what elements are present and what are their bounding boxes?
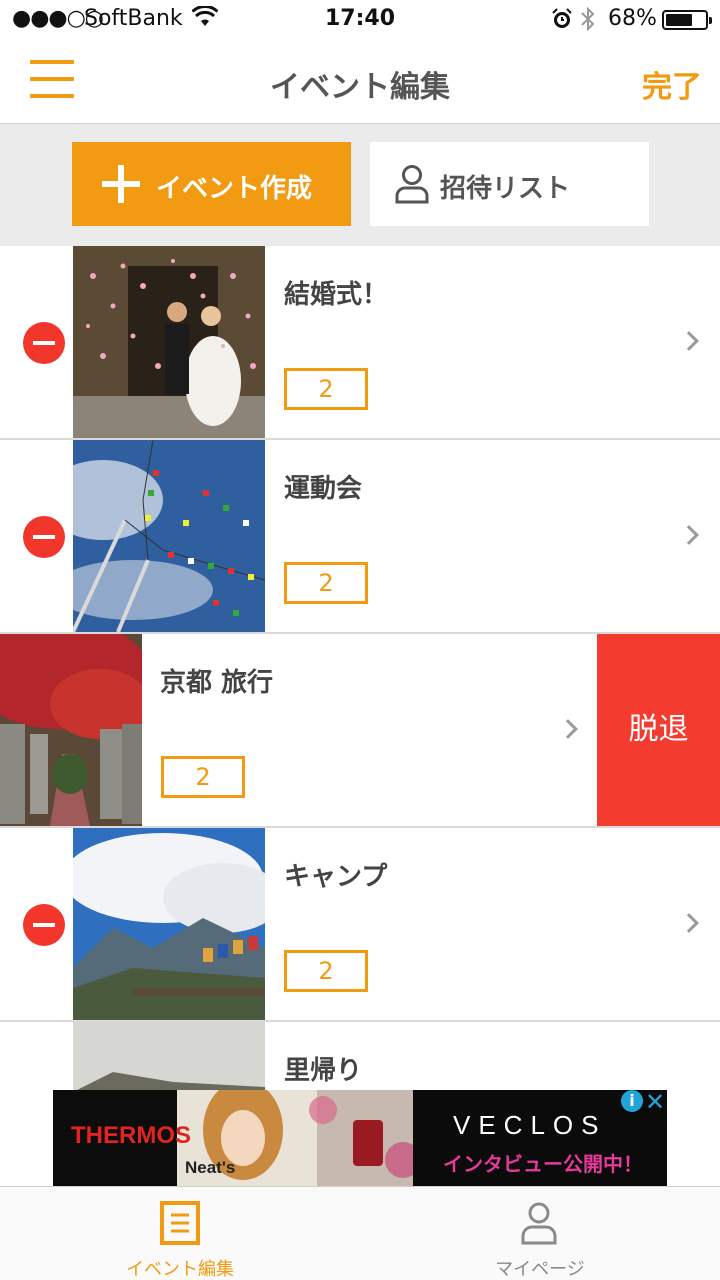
tab-bar: イベント編集 マイページ xyxy=(0,1186,720,1280)
event-row[interactable]: 結婚式！ 2 xyxy=(0,246,720,440)
person-icon xyxy=(394,164,430,208)
event-thumbnail xyxy=(73,828,265,1020)
tab-label: マイページ xyxy=(495,1259,585,1280)
done-button[interactable]: 完了 xyxy=(642,62,702,106)
ad-close-icon[interactable]: ✕ xyxy=(643,1090,667,1116)
battery-icon xyxy=(662,10,712,30)
event-title: 里帰り xyxy=(284,1056,363,1086)
chevron-right-icon[interactable] xyxy=(679,331,699,351)
invite-list-label: 招待リスト xyxy=(440,174,571,204)
chevron-right-icon[interactable] xyxy=(679,525,699,545)
leave-button[interactable]: 脱退 xyxy=(597,634,720,826)
page-title: イベント編集 xyxy=(270,70,450,105)
ad-product: Neat's xyxy=(185,1158,236,1177)
nav-bar: イベント編集 完了 xyxy=(0,40,720,124)
member-count-badge: 2 xyxy=(161,756,245,798)
tab-label: イベント編集 xyxy=(126,1259,234,1280)
status-bar: ●●●○○ SoftBank 17:40 68% xyxy=(0,0,720,40)
ad-brand: THERMOS xyxy=(71,1122,191,1149)
tab-my-page[interactable]: マイページ xyxy=(360,1187,720,1280)
event-row[interactable]: 京都 旅行 2 脱退 xyxy=(0,634,720,828)
event-title: 結婚式！ xyxy=(284,280,389,310)
action-area: イベント作成 招待リスト xyxy=(0,124,720,246)
ad-info-icon[interactable]: i xyxy=(621,1090,643,1112)
event-row[interactable]: キャンプ 2 xyxy=(0,828,720,1022)
create-event-label: イベント作成 xyxy=(156,174,313,204)
event-thumbnail xyxy=(73,440,265,632)
invite-list-button[interactable]: 招待リスト xyxy=(370,142,649,226)
tab-event-edit[interactable]: イベント編集 xyxy=(0,1187,360,1280)
person-icon xyxy=(520,1201,558,1249)
event-title: キャンプ xyxy=(284,862,388,892)
event-title: 京都 旅行 xyxy=(160,668,274,698)
plus-icon xyxy=(102,165,140,203)
delete-icon[interactable] xyxy=(23,516,65,558)
delete-icon[interactable] xyxy=(23,322,65,364)
event-row[interactable]: 運動会 2 xyxy=(0,440,720,634)
ad-subline: インタビュー公開中！ xyxy=(443,1152,643,1176)
event-title: 運動会 xyxy=(284,474,363,504)
delete-icon[interactable] xyxy=(23,904,65,946)
chevron-right-icon[interactable] xyxy=(679,913,699,933)
event-thumbnail xyxy=(73,246,265,438)
ad-headline: VECLOS xyxy=(453,1110,607,1140)
create-event-button[interactable]: イベント作成 xyxy=(72,142,351,226)
member-count-badge: 2 xyxy=(284,950,368,992)
battery-percent: 68% xyxy=(608,6,657,31)
alarm-icon xyxy=(551,8,573,34)
member-count-badge: 2 xyxy=(284,368,368,410)
ad-banner[interactable]: THERMOS Neat's VECLOS インタビュー公開中！ i ✕ xyxy=(53,1090,667,1186)
chevron-right-icon[interactable] xyxy=(558,719,578,739)
list-document-icon xyxy=(160,1201,200,1249)
member-count-badge: 2 xyxy=(284,562,368,604)
bluetooth-icon xyxy=(580,6,596,38)
